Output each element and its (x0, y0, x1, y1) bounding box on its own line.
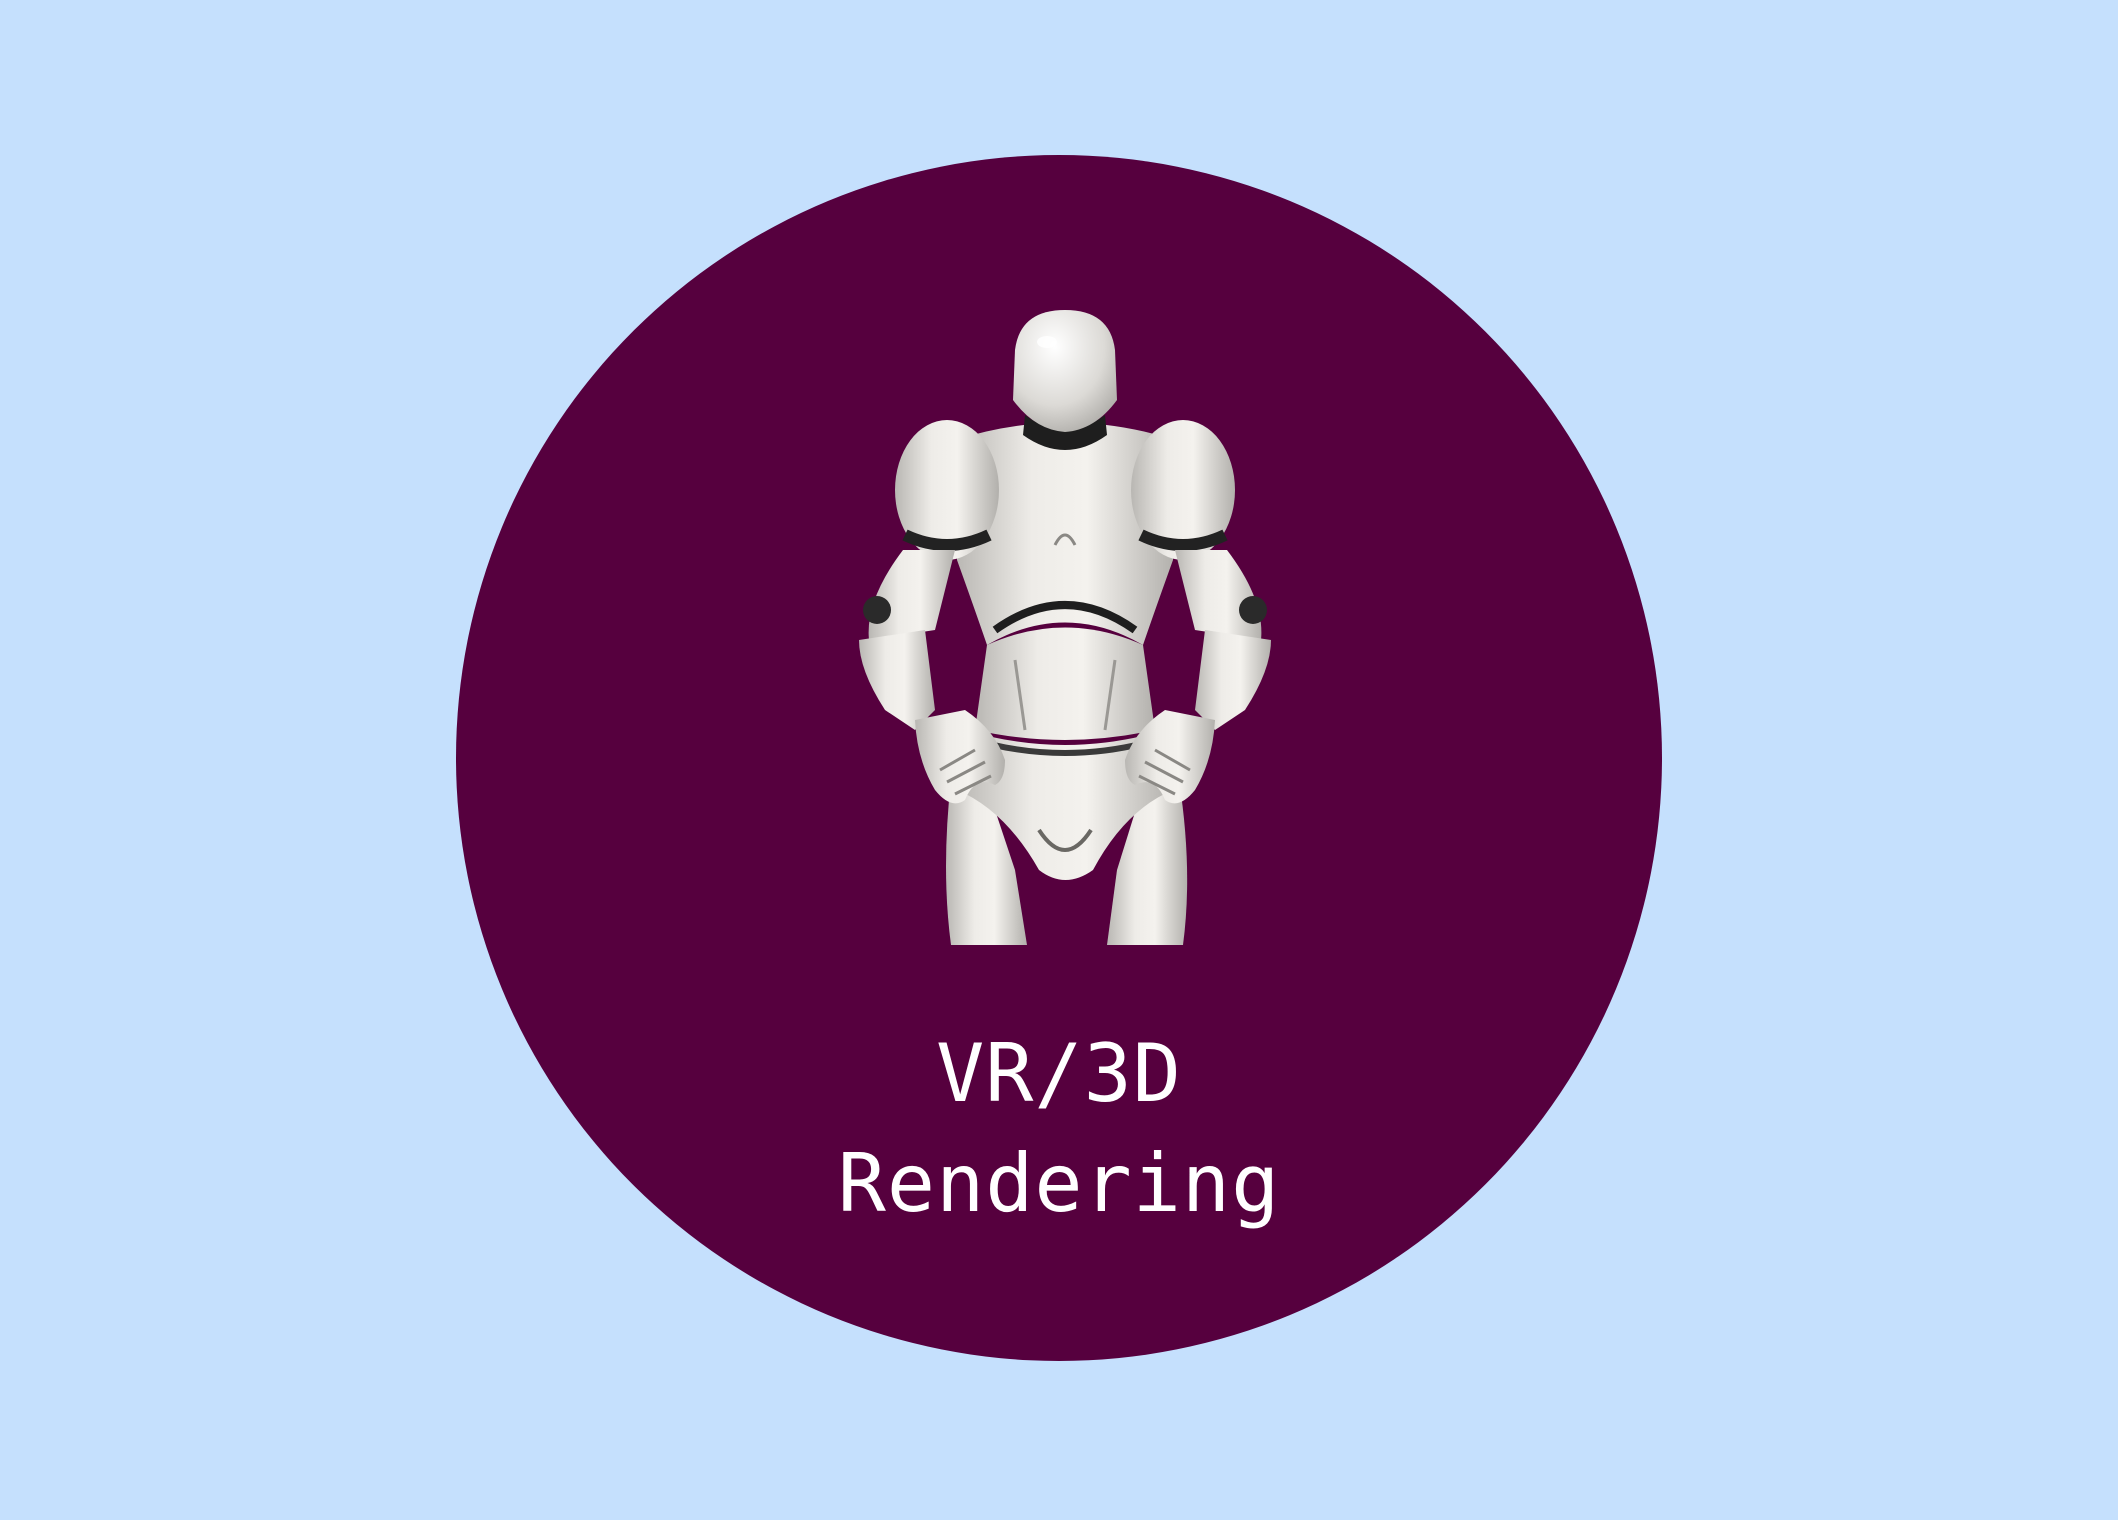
abdomen (975, 627, 1155, 740)
right-elbow (1239, 596, 1267, 624)
head (1013, 310, 1117, 432)
humanoid-mannequin-icon (859, 310, 1271, 945)
left-forearm (859, 630, 935, 730)
badge-caption-line-2: Rendering (837, 1137, 1281, 1230)
right-forearm (1195, 630, 1271, 730)
right-upper-arm (1175, 550, 1262, 640)
left-upper-arm (868, 550, 955, 640)
left-elbow (863, 596, 891, 624)
badge-caption-line-1: VR/3D (936, 1027, 1182, 1120)
